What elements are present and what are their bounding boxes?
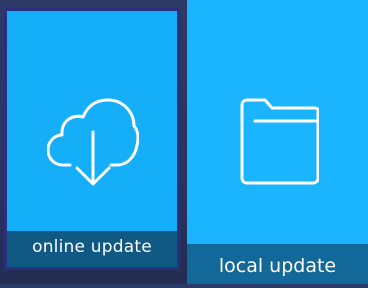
online-update-label: online update — [7, 231, 177, 267]
cloud-download-icon — [47, 98, 139, 186]
local-update-tile[interactable]: local update — [187, 0, 368, 284]
online-update-tile[interactable]: online update — [4, 8, 180, 270]
folder-icon — [240, 98, 319, 185]
local-update-label: local update — [187, 244, 368, 284]
